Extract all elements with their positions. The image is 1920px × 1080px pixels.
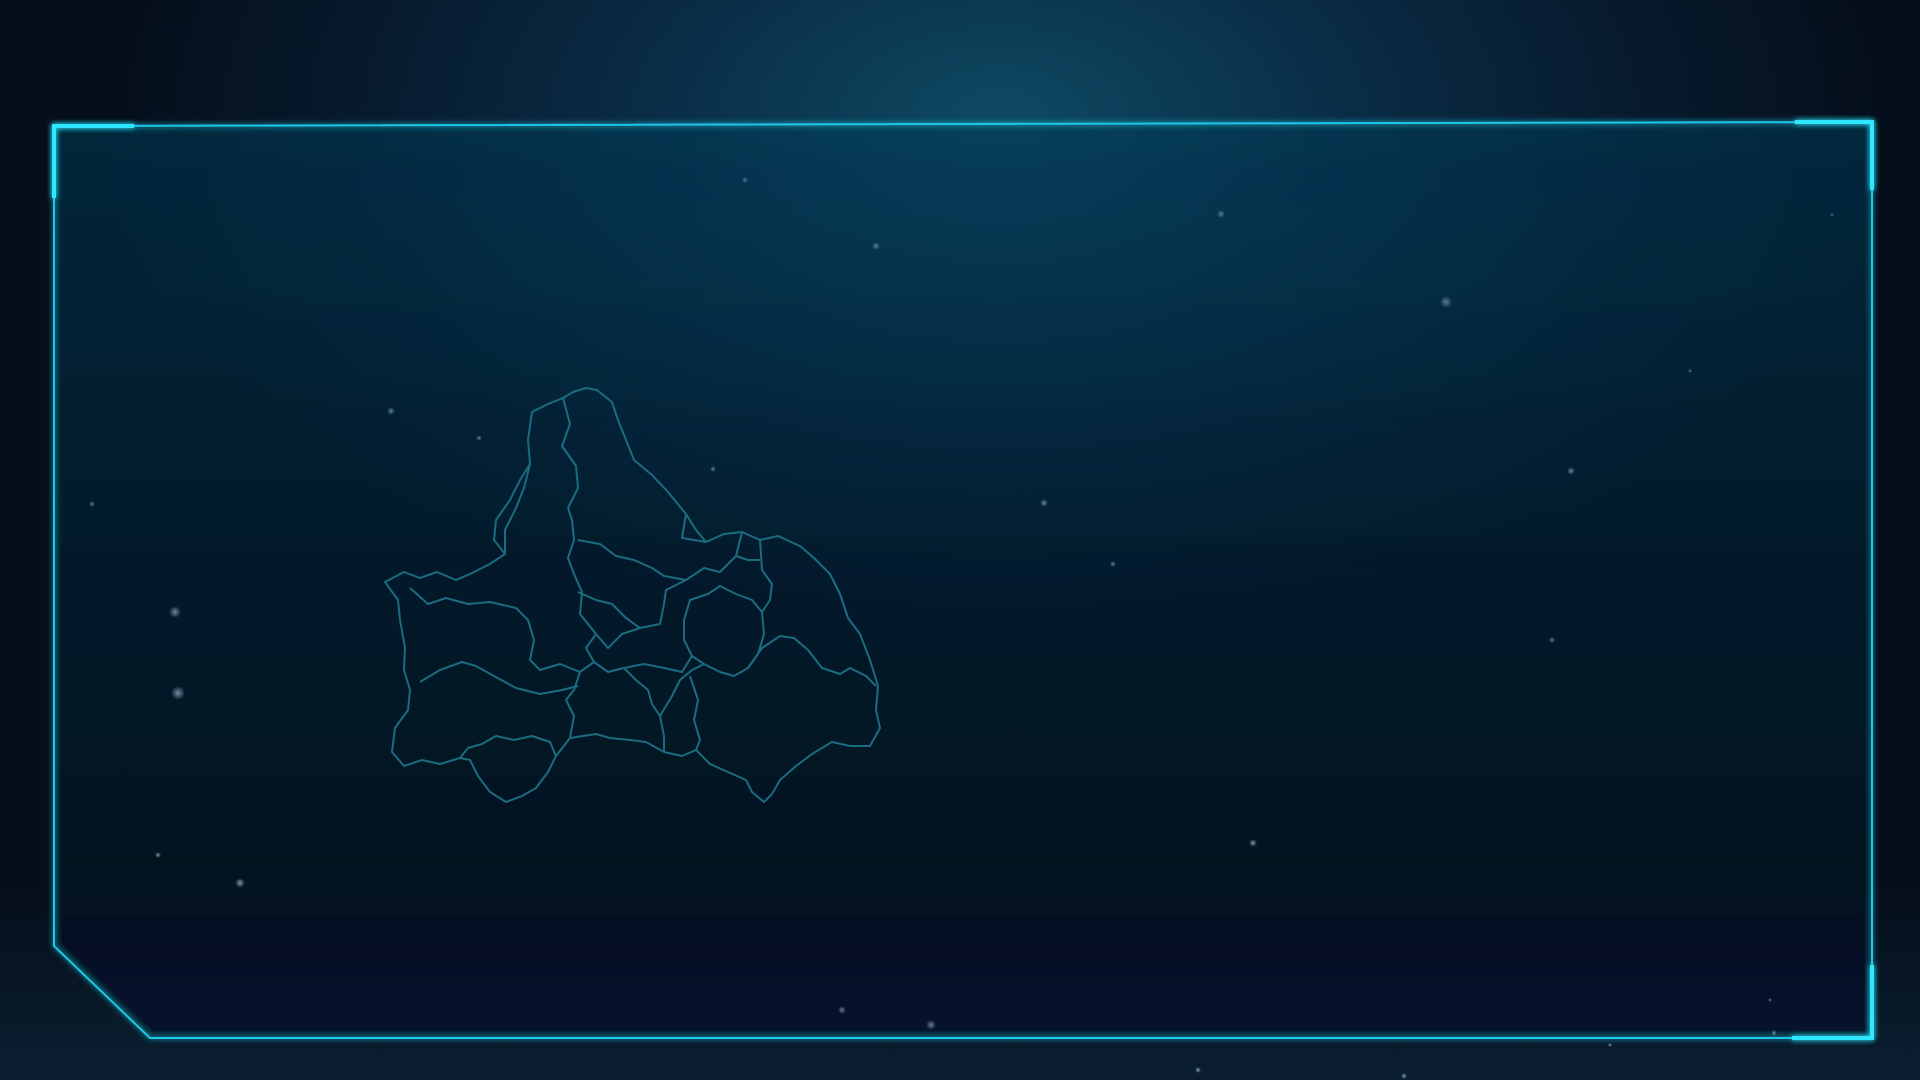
map-district-border — [593, 661, 665, 752]
map-district-border — [409, 587, 581, 673]
map-outline — [384, 387, 881, 803]
map-district-border — [561, 397, 597, 739]
map-district-border — [493, 463, 531, 555]
map-district-border — [459, 735, 557, 759]
map-district-border — [577, 539, 687, 581]
map-district-border — [577, 579, 687, 629]
panel-border — [53, 120, 1873, 1039]
map-district-border — [759, 539, 773, 613]
map-district-border — [747, 635, 877, 687]
map-district-border — [689, 675, 701, 751]
map-district-border — [685, 513, 707, 543]
map-district-border — [595, 627, 641, 649]
map-district-border — [419, 661, 579, 695]
district-map — [384, 387, 881, 803]
map-district-border — [561, 445, 577, 467]
map-district-border — [623, 655, 693, 673]
panel-frame — [52, 120, 1874, 1040]
map-district-border — [735, 555, 760, 561]
